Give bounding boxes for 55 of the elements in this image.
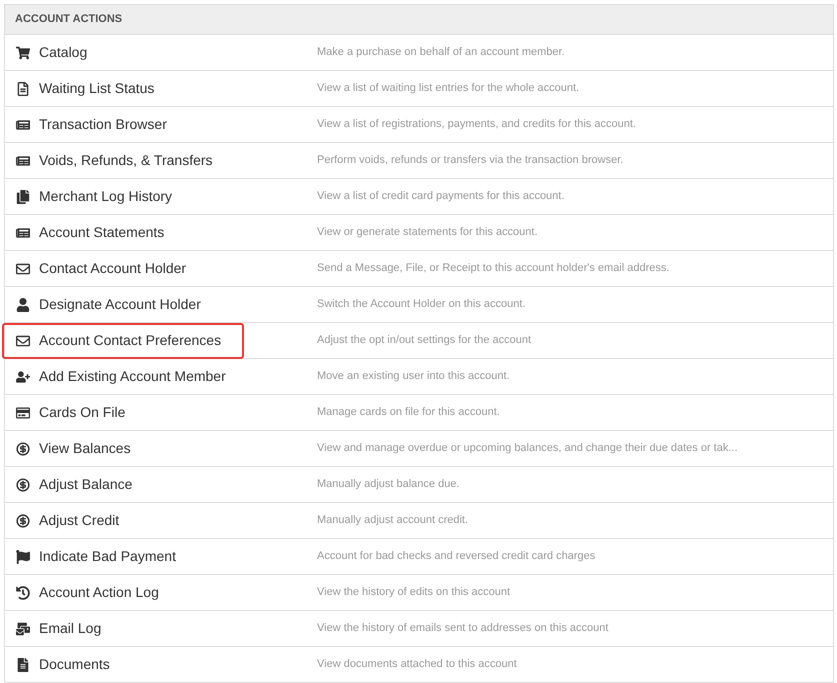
action-link[interactable]: Designate Account Holder [39, 294, 201, 315]
action-link[interactable]: Merchant Log History [39, 186, 172, 207]
document-icon [15, 82, 31, 96]
file-icon [15, 658, 31, 672]
action-link[interactable]: Account Contact Preferences [39, 330, 222, 351]
action-link[interactable]: Email Log [39, 618, 102, 639]
action-description: View or generate statements for this account. [317, 225, 538, 240]
action-link[interactable]: Account Action Log [39, 582, 159, 603]
envelope-icon [15, 262, 31, 276]
action-description: Adjust the opt in/out settings for the account [317, 333, 532, 348]
cart-icon [15, 46, 31, 60]
history-icon [15, 586, 31, 600]
action-description: View the history of emails sent to addresses on this account [317, 621, 608, 636]
newspaper-icon [15, 226, 31, 240]
action-description: View documents attached to this account [317, 657, 517, 672]
action-link[interactable]: Adjust Credit [39, 510, 120, 531]
action-link[interactable]: Cards On File [39, 402, 126, 423]
action-link[interactable]: Transaction Browser [39, 114, 167, 135]
action-link[interactable]: Catalog [39, 42, 88, 63]
copy-icon [15, 190, 31, 204]
user-icon [15, 298, 31, 312]
dollar-icon [15, 478, 31, 492]
action-description: Make a purchase on behalf of an account member. [317, 45, 565, 60]
email-icon [15, 622, 31, 636]
action-description: Send a Message, File, or Receipt to this account holder's email address. [317, 261, 670, 276]
newspaper-icon [15, 154, 31, 168]
action-link[interactable]: Adjust Balance [39, 474, 132, 495]
flag-icon [15, 550, 31, 564]
user-plus-icon [15, 370, 31, 384]
panel-title: ACCOUNT ACTIONS [15, 12, 122, 28]
action-description: Manually adjust balance due. [317, 477, 460, 492]
action-description: Manually adjust account credit. [317, 513, 468, 528]
action-description: View and manage overdue or upcoming balances, and change their due dates or tak... [317, 441, 738, 456]
action-description: Switch the Account Holder on this account. [317, 297, 526, 312]
action-link[interactable]: Contact Account Holder [39, 258, 186, 279]
newspaper-icon [15, 118, 31, 132]
action-description: View a list of registrations, payments, and credits for this account. [317, 117, 636, 132]
dollar-icon [15, 514, 31, 528]
action-link[interactable]: Documents [39, 654, 110, 675]
action-description: Move an existing user into this account. [317, 369, 510, 384]
action-description: Manage cards on file for this account. [317, 405, 500, 420]
action-link[interactable]: Indicate Bad Payment [39, 546, 176, 567]
dollar-icon [15, 442, 31, 456]
action-link[interactable]: Add Existing Account Member [39, 366, 226, 387]
action-link[interactable]: Voids, Refunds, & Transfers [39, 150, 213, 171]
action-description: View a list of credit card payments for this account. [317, 189, 564, 204]
credit-card-icon [15, 406, 31, 420]
action-link[interactable]: Waiting List Status [39, 78, 154, 99]
action-link[interactable]: Account Statements [39, 222, 164, 243]
action-link[interactable]: View Balances [39, 438, 131, 459]
action-description: View a list of waiting list entries for the whole account. [317, 81, 580, 96]
action-description: View the history of edits on this account [317, 585, 510, 600]
action-description: Perform voids, refunds or transfers via the transaction browser. [317, 153, 624, 168]
envelope-icon [15, 334, 31, 348]
action-description: Account for bad checks and reversed credit card charges [317, 549, 596, 564]
